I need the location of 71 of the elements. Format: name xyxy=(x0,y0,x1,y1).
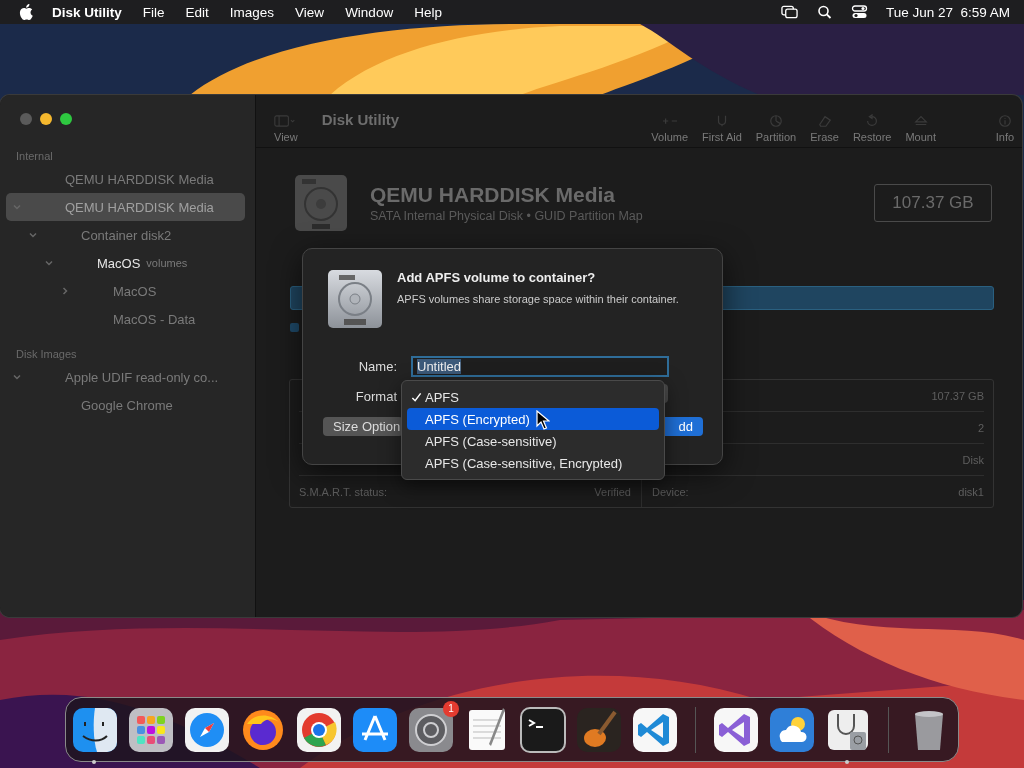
sidebar-item[interactable]: QEMU HARDDISK Media xyxy=(6,193,245,221)
search-icon[interactable] xyxy=(815,5,833,19)
toolbar-label[interactable]: Restore xyxy=(852,130,892,143)
chevron-right-icon[interactable] xyxy=(60,286,70,296)
info-label: Device: xyxy=(652,485,689,498)
info-value: 107.37 GB xyxy=(931,389,984,402)
toolbar-label[interactable]: Mount xyxy=(905,130,936,143)
size-options-button[interactable]: Size Option xyxy=(323,417,403,436)
finder-icon[interactable] xyxy=(71,705,119,754)
field-label: Format xyxy=(354,388,397,404)
minimize-button[interactable] xyxy=(40,113,52,125)
info-value: 2 xyxy=(977,421,984,434)
compass-icon[interactable] xyxy=(183,705,231,754)
sidebar-item[interactable]: MacOS - Data xyxy=(6,305,245,333)
app-grid-icon[interactable] xyxy=(127,705,175,754)
toolbar-label[interactable]: View xyxy=(274,130,298,143)
disk-name: QEMU HARDDISK Media xyxy=(370,183,617,207)
disk-description: SATA Internal Physical Disk • GUID Partition Map xyxy=(370,209,643,223)
sidebar-item[interactable]: MacOS xyxy=(6,277,245,305)
chrome-icon[interactable] xyxy=(295,705,343,754)
cloud-sun-icon[interactable] xyxy=(768,705,816,754)
hard-drive-icon xyxy=(294,174,348,232)
chevron-down-icon[interactable] xyxy=(12,372,22,382)
hard-drive-icon xyxy=(327,269,383,329)
menu-item[interactable]: Help xyxy=(414,4,442,20)
info-label: S.M.A.R.T. status: xyxy=(299,485,388,498)
notification-badge: 1 xyxy=(443,700,459,717)
menu-item[interactable]: View xyxy=(295,4,325,20)
menu-item[interactable]: APFS (Case-sensitive) xyxy=(407,430,659,452)
window-title: Disk Utility xyxy=(321,110,400,128)
apple-icon[interactable] xyxy=(19,4,33,20)
toolbar-label[interactable]: Erase xyxy=(810,130,839,143)
info-value: Verified xyxy=(594,485,631,498)
menu-item[interactable]: Edit xyxy=(185,4,209,20)
menu-item[interactable]: Window xyxy=(345,4,394,20)
toolbar-label[interactable]: First Aid xyxy=(702,130,742,143)
name-field[interactable]: Untitled xyxy=(411,355,669,377)
menu-app-name[interactable]: Disk Utility xyxy=(52,4,122,20)
menu-item[interactable]: APFS xyxy=(407,386,659,408)
menu-item[interactable]: Images xyxy=(229,4,275,20)
info-value: disk1 xyxy=(958,485,984,498)
sidebar-section-title: Internal xyxy=(15,149,54,164)
legend-swatch xyxy=(290,323,299,332)
sidebar-item[interactable]: Container disk2 xyxy=(6,221,245,249)
sidebar-item[interactable]: QEMU HARDDISK Media xyxy=(6,165,245,193)
toolbar-label[interactable]: Partition xyxy=(755,130,797,143)
control-center-icon[interactable] xyxy=(850,5,868,19)
disk-size-box: 107.37 GB xyxy=(874,184,992,222)
terminal-icon[interactable] xyxy=(519,705,567,754)
sidebar-item[interactable]: Google Chrome xyxy=(6,391,245,419)
menu-item[interactable]: File xyxy=(142,4,165,20)
zoom-button[interactable] xyxy=(60,113,72,125)
screen-mirroring-icon[interactable] xyxy=(780,5,798,19)
sidebar-section-title: Disk Images xyxy=(15,347,78,362)
chevron-down-icon[interactable] xyxy=(28,230,38,240)
info-value: Disk xyxy=(962,453,984,466)
dialog-title: Add APFS volume to container? xyxy=(397,270,597,285)
app-store-icon[interactable] xyxy=(351,705,399,754)
chevron-down-icon[interactable] xyxy=(44,258,54,268)
volume-count-label: volumes xyxy=(146,257,188,269)
toolbar-label[interactable]: Volume xyxy=(651,130,689,143)
sidebar-item[interactable]: Apple UDIF read-only co... xyxy=(6,363,245,391)
clock[interactable]: Tue Jun 27 6:59 AM xyxy=(885,4,1010,20)
sidebar-item[interactable]: MacOS volumes xyxy=(6,249,245,277)
menu-item[interactable]: APFS (Case-sensitive, Encrypted) xyxy=(407,452,659,474)
cursor-icon xyxy=(536,410,550,430)
toolbar-label[interactable]: Info xyxy=(995,130,1015,143)
menu-item[interactable]: APFS (Encrypted) xyxy=(407,408,659,430)
dialog-message: APFS volumes share storage space within their container. xyxy=(397,293,679,305)
code-editor-icon[interactable] xyxy=(631,705,679,754)
field-label: Name: xyxy=(357,358,397,374)
